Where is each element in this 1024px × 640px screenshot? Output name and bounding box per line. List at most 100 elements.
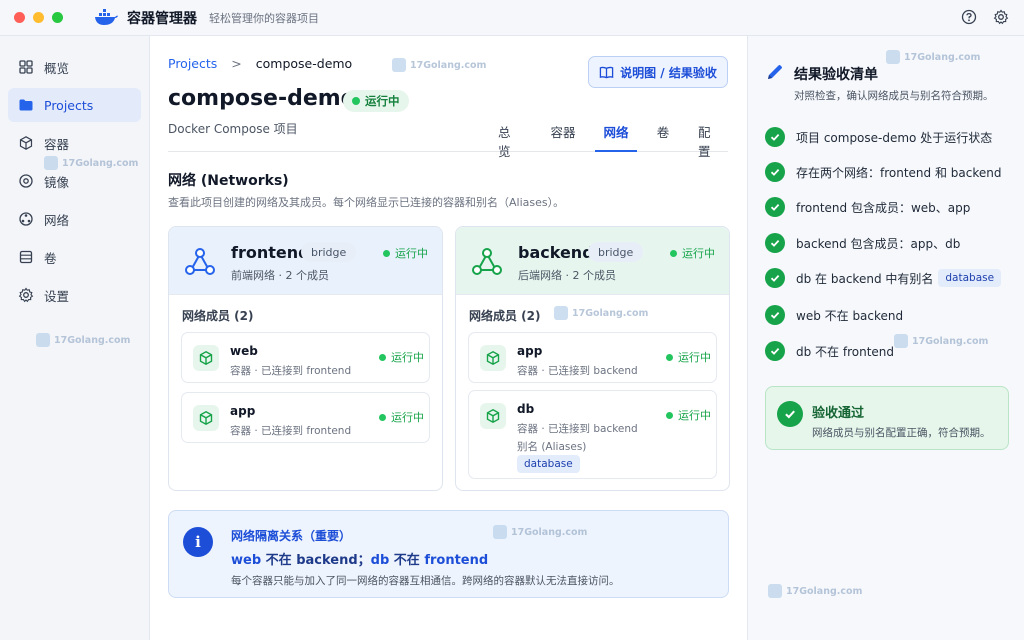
network-driver-badge: bridge <box>588 242 644 262</box>
tab-overview[interactable]: 总览 <box>498 122 522 159</box>
check-item: web 不在 backend <box>765 305 903 325</box>
docs-result-button[interactable]: 说明图 / 结果验收 <box>588 56 728 88</box>
project-status-badge: 运行中 <box>343 90 409 112</box>
sidebar-item-volumes[interactable]: 卷 <box>8 240 141 274</box>
breadcrumb: Projects > compose-demo <box>168 56 352 71</box>
network-card-backend[interactable]: backend bridge 运行中 后端网络 · 2 个成员 网络成员 (2)… <box>455 226 730 491</box>
result-pass-box: 验收通过 网络成员与别名配置正确，符合预期。 <box>765 386 1009 450</box>
member-card-app[interactable]: app 容器 · 已连接到 frontend 运行中 <box>181 392 430 443</box>
watermark: 17Golang.com <box>768 584 862 598</box>
sidebar-item-settings[interactable]: 设置 <box>8 278 141 312</box>
watermark: 17Golang.com <box>554 306 648 320</box>
checklist-subtitle: 对照检查，确认网络成员与别名符合预期。 <box>794 90 994 102</box>
section-title: 网络 (Networks) <box>168 173 289 189</box>
app-subtitle: 轻松管理你的容器项目 <box>209 11 319 25</box>
tab-bar: Docker Compose 项目 总览 容器 网络 卷 配置 <box>168 120 728 159</box>
member-name: app <box>230 404 256 418</box>
page-subtitle: Docker Compose 项目 <box>168 122 298 136</box>
member-name: db <box>517 402 535 416</box>
title-bar: 容器管理器 轻松管理你的容器项目 <box>0 0 1024 36</box>
sidebar: 概览 Projects 容器 镜像 网络 卷 设置 17Golang.com 1… <box>0 36 150 640</box>
members-title: 网络成员 (2) <box>182 309 254 323</box>
alias-tag: database <box>938 269 1002 287</box>
member-name: web <box>230 344 258 358</box>
network-meta: 后端网络 · 2 个成员 <box>518 269 616 282</box>
gear-icon <box>18 287 34 303</box>
container-cube-icon <box>480 403 506 429</box>
minimize-window-button[interactable] <box>33 12 44 23</box>
watermark: 17Golang.com <box>493 525 587 539</box>
docker-whale-icon <box>95 8 118 25</box>
app-title: 容器管理器 <box>127 10 197 27</box>
check-circle-icon <box>765 197 785 217</box>
watermark: 17Golang.com <box>894 334 988 348</box>
sidebar-item-containers[interactable]: 容器 <box>8 126 141 160</box>
help-icon[interactable] <box>960 8 978 26</box>
network-card-frontend[interactable]: frontend bridge 运行中 前端网络 · 2 个成员 网络成员 (2… <box>168 226 443 491</box>
breadcrumb-projects-link[interactable]: Projects <box>168 56 217 71</box>
check-circle-icon <box>765 305 785 325</box>
settings-gear-icon[interactable] <box>992 8 1010 26</box>
network-icon <box>19 212 33 226</box>
note-statement: web 不在 backend；db 不在 frontend <box>231 553 489 568</box>
volume-icon <box>19 250 33 264</box>
member-name: app <box>517 344 543 358</box>
alias-tag: database <box>517 455 580 473</box>
note-title: 网络隔离关系（重要） <box>231 529 352 543</box>
sidebar-item-networks[interactable]: 网络 <box>8 202 141 236</box>
overview-icon <box>19 60 33 74</box>
member-description: 容器 · 已连接到 frontend <box>230 365 352 377</box>
member-card-web[interactable]: web 容器 · 已连接到 frontend 运行中 <box>181 332 430 383</box>
network-status: 运行中 <box>383 245 428 261</box>
check-item: 存在两个网络：frontend 和 backend <box>765 162 1001 182</box>
check-item: db 不在 frontend <box>765 341 894 361</box>
members-title: 网络成员 (2) <box>469 309 541 323</box>
checklist-panel: 结果验收清单 对照检查，确认网络成员与别名符合预期。 17Golang.com … <box>747 36 1024 640</box>
check-item: db 在 backend 中有别名 database <box>765 268 1002 288</box>
sidebar-item-label: 概览 <box>44 60 70 76</box>
watermark: 17Golang.com <box>886 50 980 64</box>
check-item: backend 包含成员：app、db <box>765 233 960 253</box>
sidebar-item-overview[interactable]: 概览 <box>8 50 141 84</box>
network-meta: 前端网络 · 2 个成员 <box>231 269 329 282</box>
window-controls <box>14 12 63 23</box>
member-status: 运行中 <box>666 349 711 365</box>
tab-containers[interactable]: 容器 <box>550 122 576 152</box>
sidebar-item-label: 容器 <box>44 136 70 152</box>
check-item: 项目 compose-demo 处于运行状态 <box>765 127 992 147</box>
close-window-button[interactable] <box>14 12 25 23</box>
image-icon <box>19 174 33 188</box>
tab-volumes[interactable]: 卷 <box>656 122 670 152</box>
info-icon: i <box>183 527 213 557</box>
network-isolation-note: i 网络隔离关系（重要） web 不在 backend；db 不在 fronte… <box>168 510 729 598</box>
tab-config[interactable]: 配置 <box>698 122 722 159</box>
folder-icon <box>19 99 33 111</box>
container-cube-icon <box>193 405 219 431</box>
member-description: 容器 · 已连接到 backend <box>517 423 638 435</box>
page-title: compose-demo <box>168 86 356 111</box>
sidebar-item-label: 设置 <box>44 288 70 304</box>
tab-networks[interactable]: 网络 <box>595 122 637 152</box>
note-description: 每个容器只能与加入了同一网络的容器互相通信。跨网络的容器默认无法直接访问。 <box>231 575 620 587</box>
member-card-app[interactable]: app 容器 · 已连接到 backend 运行中 <box>468 332 717 383</box>
sidebar-item-label: Projects <box>44 97 94 113</box>
watermark: 17Golang.com <box>392 58 486 72</box>
sidebar-item-projects[interactable]: Projects <box>8 88 141 122</box>
network-status: 运行中 <box>670 245 715 261</box>
network-name: backend <box>518 243 594 262</box>
network-topology-icon <box>185 248 215 275</box>
zoom-window-button[interactable] <box>52 12 63 23</box>
watermark: 17Golang.com <box>44 156 138 170</box>
pencil-icon <box>768 65 782 79</box>
sidebar-item-label: 网络 <box>44 212 70 228</box>
breadcrumb-separator: > <box>231 56 242 71</box>
member-status: 运行中 <box>379 409 424 425</box>
sidebar-item-label: 镜像 <box>44 174 70 190</box>
result-description: 网络成员与别名配置正确，符合预期。 <box>812 427 991 439</box>
member-card-db[interactable]: db 容器 · 已连接到 backend 别名 (Aliases) databa… <box>468 390 717 479</box>
result-title: 验收通过 <box>812 406 865 421</box>
check-circle-icon <box>765 127 785 147</box>
network-card-header: backend bridge 运行中 后端网络 · 2 个成员 <box>456 227 729 295</box>
member-status: 运行中 <box>379 349 424 365</box>
check-circle-icon <box>765 233 785 253</box>
